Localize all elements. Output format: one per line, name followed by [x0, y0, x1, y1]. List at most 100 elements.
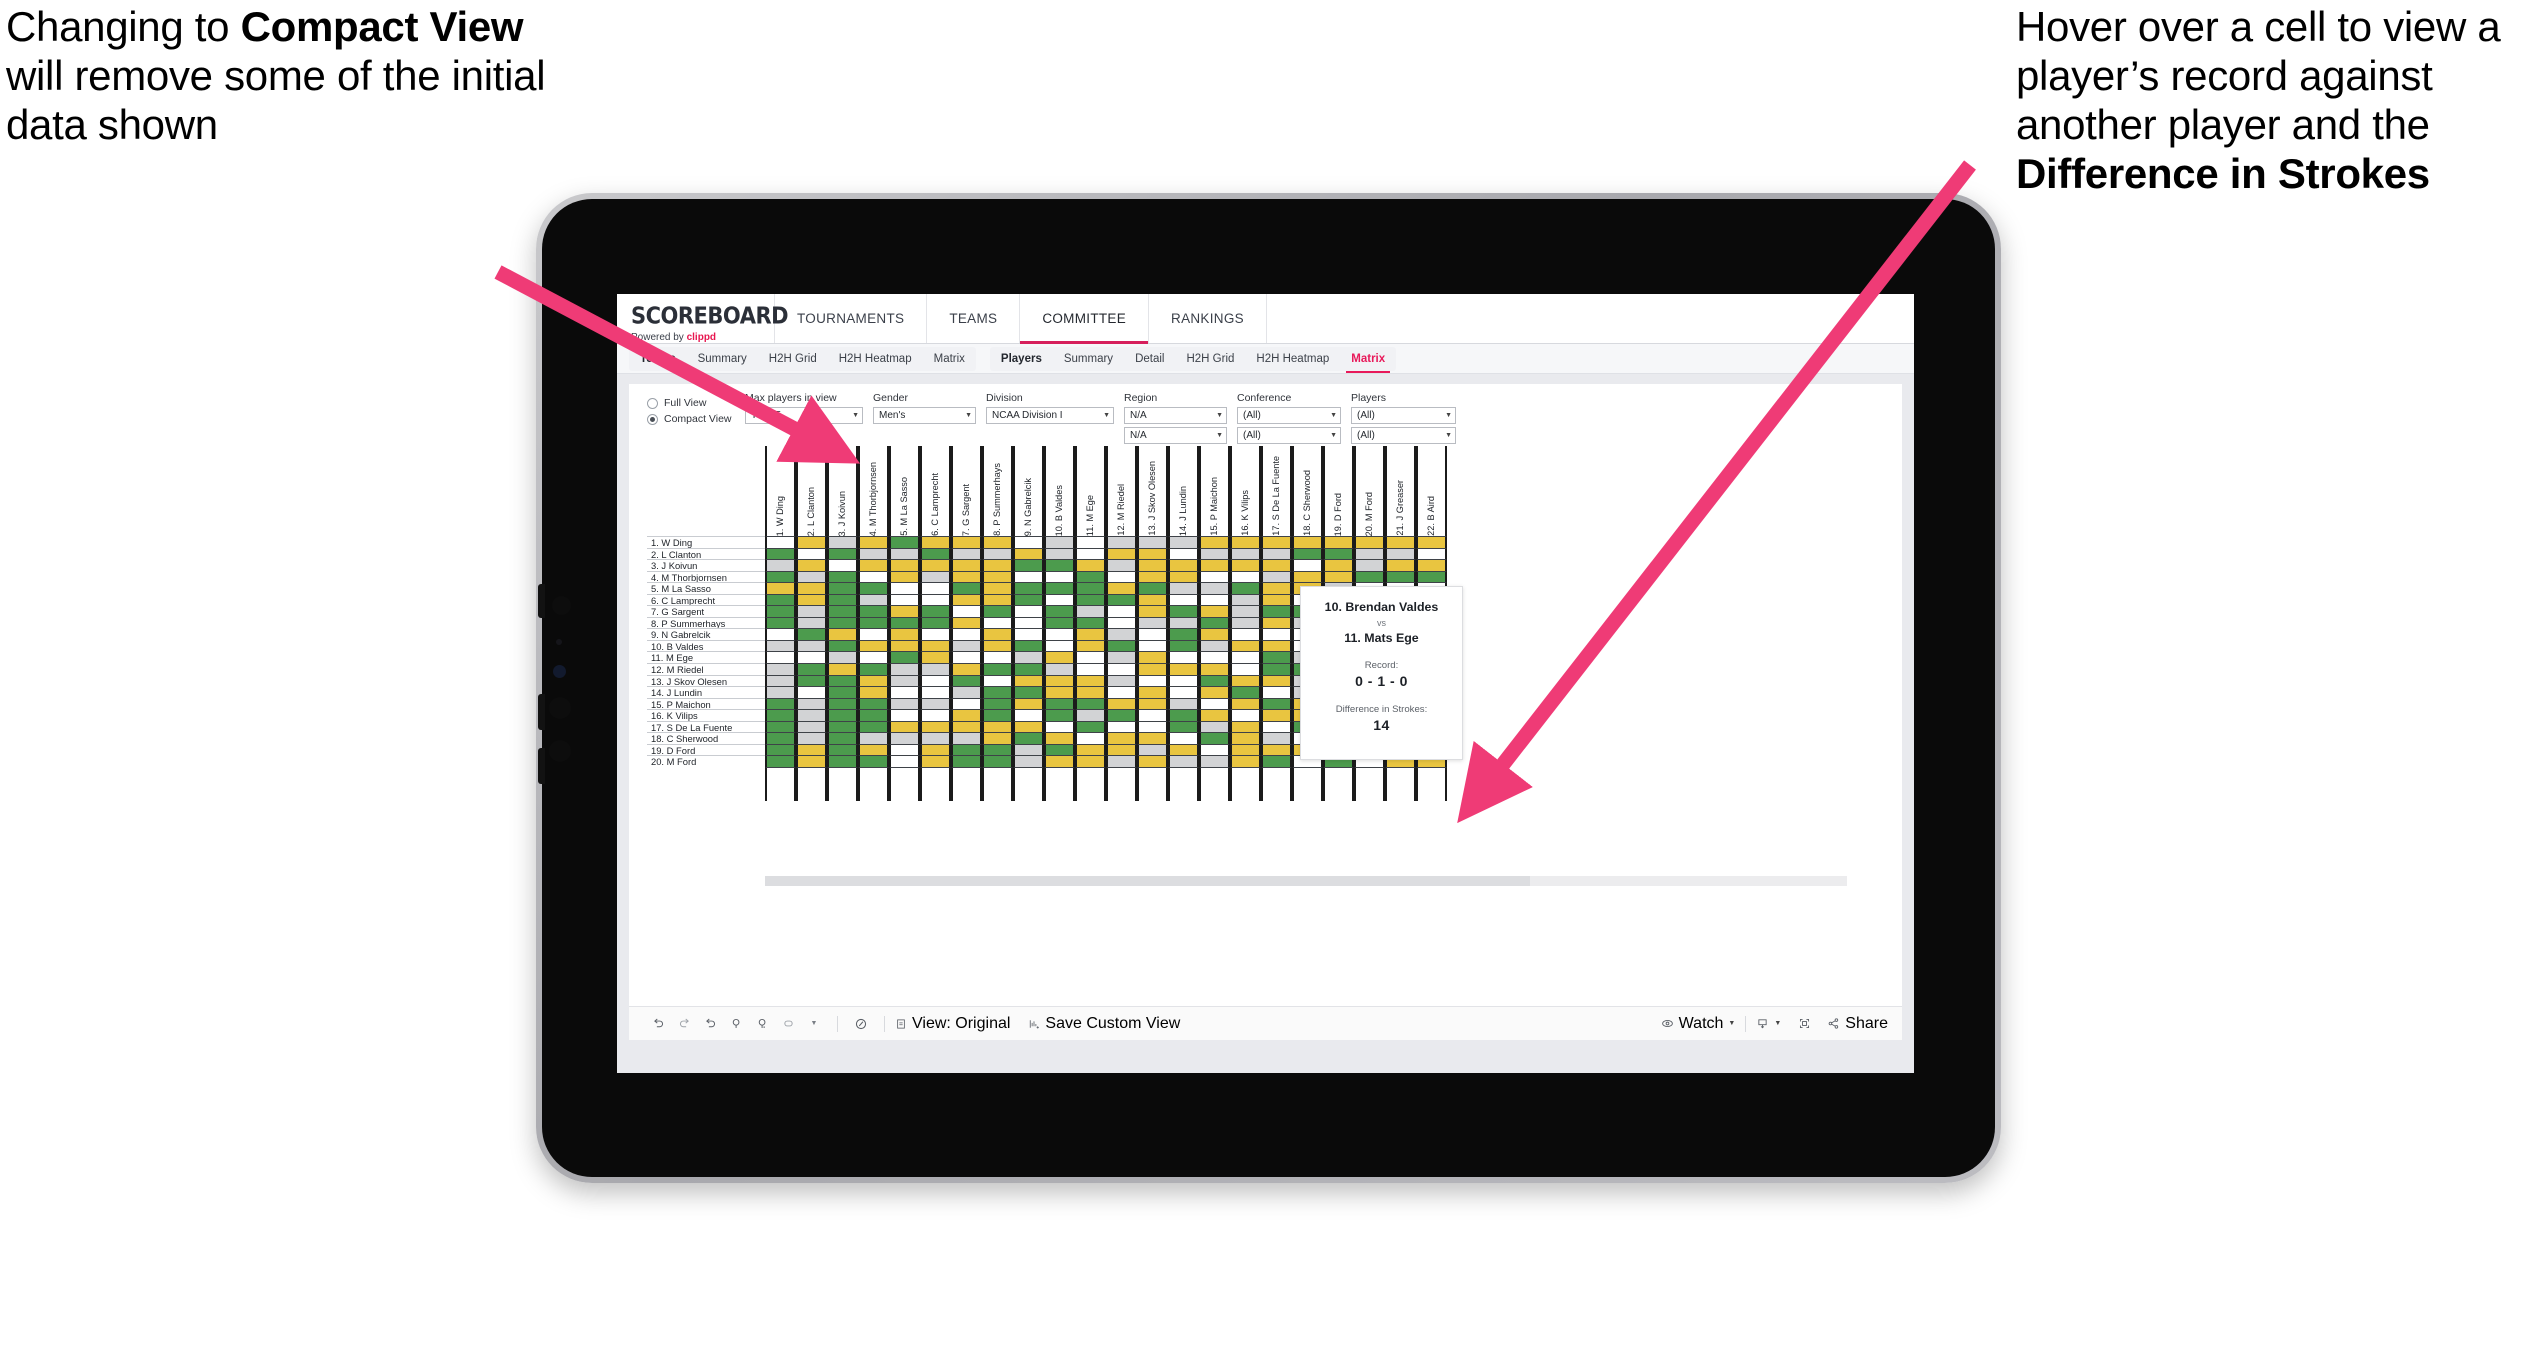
subtab-players-detail[interactable]: Detail: [1124, 347, 1175, 371]
matrix-cell[interactable]: [1168, 547, 1199, 560]
topnav-tournaments[interactable]: TOURNAMENTS: [775, 294, 928, 343]
matrix-cell[interactable]: [827, 616, 858, 629]
matrix-cell[interactable]: [920, 663, 951, 675]
matrix-cell[interactable]: [1292, 559, 1323, 571]
matrix-cell[interactable]: [889, 686, 920, 698]
matrix-cell[interactable]: [1230, 686, 1261, 698]
matrix-cell[interactable]: [1106, 743, 1137, 756]
matrix-cell[interactable]: [1013, 582, 1044, 594]
matrix-cell[interactable]: [1013, 651, 1044, 664]
matrix-cell[interactable]: [982, 755, 1013, 767]
matrix-cell[interactable]: [1075, 582, 1106, 594]
matrix-cell[interactable]: [1261, 709, 1292, 721]
matrix-cell[interactable]: [1292, 536, 1323, 548]
subtab-teams[interactable]: Teams: [629, 347, 687, 371]
matrix-cell[interactable]: [858, 639, 889, 652]
matrix-cell[interactable]: [889, 697, 920, 710]
matrix-cell[interactable]: [796, 743, 827, 756]
matrix-cell[interactable]: [1075, 743, 1106, 756]
highlight-icon[interactable]: [848, 1017, 874, 1031]
matrix-cell[interactable]: [889, 605, 920, 617]
matrix-cell[interactable]: [1230, 616, 1261, 629]
matrix-cell[interactable]: [1168, 616, 1199, 629]
matrix-cell[interactable]: [982, 720, 1013, 733]
matrix-cell[interactable]: [1075, 697, 1106, 710]
matrix-cell[interactable]: [1075, 536, 1106, 548]
download-button[interactable]: ▼: [1756, 1017, 1781, 1030]
matrix-cell[interactable]: [920, 593, 951, 606]
matrix-cell[interactable]: [1323, 570, 1354, 583]
matrix-scrollbar-thumb[interactable]: [765, 876, 1530, 886]
matrix-cell[interactable]: [1137, 651, 1168, 664]
matrix-cell[interactable]: [796, 570, 827, 583]
matrix-cell[interactable]: [1044, 663, 1075, 675]
matrix-cell[interactable]: [920, 755, 951, 767]
matrix-cell[interactable]: [1075, 639, 1106, 652]
matrix-cell[interactable]: [1044, 570, 1075, 583]
matrix-cell[interactable]: [951, 536, 982, 548]
subtab-players-h2h-grid[interactable]: H2H Grid: [1175, 347, 1245, 371]
matrix-cell[interactable]: [827, 674, 858, 687]
matrix-cell[interactable]: [1106, 639, 1137, 652]
matrix-cell[interactable]: [951, 639, 982, 652]
matrix-cell[interactable]: [951, 732, 982, 744]
matrix-cell[interactable]: [920, 639, 951, 652]
matrix-cell[interactable]: [827, 663, 858, 675]
share-button[interactable]: Share: [1827, 1015, 1888, 1033]
matrix-cell[interactable]: [1230, 628, 1261, 640]
matrix-cell[interactable]: [1385, 559, 1416, 571]
matrix-cell[interactable]: [920, 686, 951, 698]
subtab-teams-h2h-grid[interactable]: H2H Grid: [758, 347, 828, 371]
matrix-cell[interactable]: [1261, 651, 1292, 664]
matrix-cell[interactable]: [858, 686, 889, 698]
matrix-cell[interactable]: [1106, 559, 1137, 571]
matrix-cell[interactable]: [920, 743, 951, 756]
matrix-cell[interactable]: [1075, 732, 1106, 744]
matrix-cell[interactable]: [889, 732, 920, 744]
matrix-cell[interactable]: [858, 570, 889, 583]
view-original-button[interactable]: View: Original: [895, 1015, 1010, 1033]
matrix-cell[interactable]: [951, 697, 982, 710]
radio-full-view[interactable]: Full View: [647, 395, 745, 411]
matrix-cell[interactable]: [1137, 570, 1168, 583]
matrix-cell[interactable]: [827, 582, 858, 594]
matrix-cell[interactable]: [889, 663, 920, 675]
matrix-cell[interactable]: [765, 743, 796, 756]
matrix-cell[interactable]: [1261, 593, 1292, 606]
matrix-cell[interactable]: [796, 720, 827, 733]
matrix-cell[interactable]: [765, 605, 796, 617]
matrix-cell[interactable]: [1044, 559, 1075, 571]
matrix-cell[interactable]: [951, 559, 982, 571]
matrix-cell[interactable]: [1168, 582, 1199, 594]
matrix-cell[interactable]: [1013, 743, 1044, 756]
subtab-players-h2h-heatmap[interactable]: H2H Heatmap: [1245, 347, 1340, 371]
select-players-2[interactable]: (All) ▼: [1351, 427, 1456, 444]
matrix-cell[interactable]: [1168, 536, 1199, 548]
matrix-cell[interactable]: [1168, 709, 1199, 721]
matrix-cell[interactable]: [982, 605, 1013, 617]
matrix-cell[interactable]: [1137, 743, 1168, 756]
matrix-cell[interactable]: [1261, 720, 1292, 733]
matrix-cell[interactable]: [1292, 570, 1323, 583]
shape-dropdown-caret-icon[interactable]: ▼: [801, 1020, 827, 1027]
matrix-cell[interactable]: [1137, 582, 1168, 594]
matrix-cell[interactable]: [951, 593, 982, 606]
matrix-cell[interactable]: [1261, 663, 1292, 675]
matrix-cell[interactable]: [1013, 697, 1044, 710]
matrix-cell[interactable]: [982, 663, 1013, 675]
matrix-cell[interactable]: [765, 593, 796, 606]
matrix-cell[interactable]: [1230, 743, 1261, 756]
matrix-cell[interactable]: [765, 582, 796, 594]
matrix-cell[interactable]: [1044, 605, 1075, 617]
matrix-cell[interactable]: [1168, 651, 1199, 664]
matrix-cell[interactable]: [1137, 547, 1168, 560]
matrix-cell[interactable]: [1199, 686, 1230, 698]
matrix-cell[interactable]: [796, 709, 827, 721]
matrix-cell[interactable]: [1137, 720, 1168, 733]
matrix-cell[interactable]: [951, 628, 982, 640]
matrix-cell[interactable]: [796, 559, 827, 571]
subtab-teams-h2h-heatmap[interactable]: H2H Heatmap: [828, 347, 923, 371]
matrix-cell[interactable]: [765, 709, 796, 721]
matrix-cell[interactable]: [1106, 651, 1137, 664]
matrix-cell[interactable]: [982, 570, 1013, 583]
